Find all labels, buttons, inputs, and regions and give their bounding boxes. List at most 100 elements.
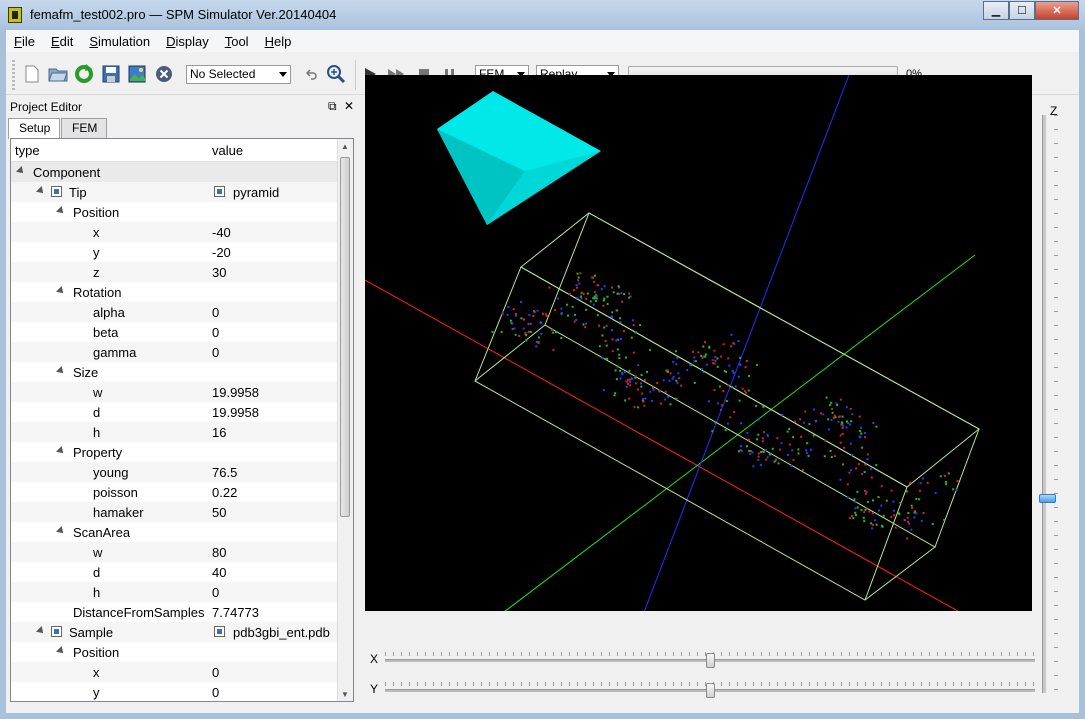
image-export-icon[interactable] — [127, 64, 147, 84]
tree-row[interactable]: x0 — [11, 662, 339, 682]
tree-value[interactable]: 40 — [212, 565, 226, 580]
save-icon[interactable] — [101, 64, 121, 84]
tree-row[interactable]: d 19.9958 — [11, 402, 339, 422]
tree-row[interactable]: h 16 — [11, 422, 339, 442]
expand-arrow-icon[interactable] — [56, 206, 66, 216]
tree-key: Component — [33, 165, 101, 180]
tree-row[interactable]: Rotation — [11, 282, 339, 302]
tree-row[interactable]: Component — [11, 162, 339, 182]
open-folder-icon[interactable] — [48, 64, 68, 84]
atom-point — [644, 397, 647, 400]
tree-row[interactable]: d 40 — [11, 562, 339, 582]
menu-display[interactable]: Display — [158, 34, 217, 49]
tree-row[interactable]: DistanceFromSamples 7.74773 — [11, 602, 339, 622]
expand-arrow-icon[interactable] — [56, 646, 66, 656]
tree-value[interactable]: 7.74773 — [212, 605, 259, 620]
title-bar[interactable]: femafm_test002.pro — SPM Simulator Ver.2… — [0, 0, 1085, 30]
tree-row[interactable]: w 19.9958 — [11, 382, 339, 402]
tree-value[interactable]: -40 — [212, 225, 231, 240]
tree-row[interactable]: alpha 0 — [11, 302, 339, 322]
tree-value[interactable]: 80 — [212, 545, 226, 560]
menu-edit[interactable]: Edit — [43, 34, 81, 49]
menu-tool[interactable]: Tool — [217, 34, 257, 49]
selection-combo[interactable]: No Selected — [186, 65, 291, 84]
tree-row[interactable]: Size — [11, 362, 339, 382]
minimize-button[interactable]: ▁ — [983, 1, 1009, 20]
tree-scrollbar[interactable]: ▲ ▼ — [337, 139, 353, 701]
tree-value[interactable]: 0 — [212, 305, 219, 320]
stop-circle-icon[interactable] — [154, 64, 174, 84]
menu-help[interactable]: Help — [257, 34, 300, 49]
tree-value[interactable]: pdb3gbi_ent.pdb — [233, 625, 330, 640]
tree-value[interactable]: 0 — [212, 345, 219, 360]
tree-value[interactable]: 0 — [212, 665, 219, 680]
menu-simulation[interactable]: Simulation — [81, 34, 158, 49]
toolbar-grip[interactable] — [12, 60, 15, 90]
zoom-icon[interactable] — [326, 64, 346, 84]
expand-arrow-icon[interactable] — [56, 286, 66, 296]
tree-row[interactable]: Property — [11, 442, 339, 462]
3d-viewport[interactable] — [364, 74, 1032, 616]
column-value-header[interactable]: value — [212, 143, 243, 158]
atom-point — [532, 315, 535, 317]
tree-row[interactable]: y -20 — [11, 242, 339, 262]
new-file-icon[interactable] — [22, 64, 42, 84]
tree-row[interactable]: poisson 0.22 — [11, 482, 339, 502]
undo-icon[interactable] — [302, 64, 322, 84]
atom-point — [640, 385, 643, 388]
maximize-button[interactable]: ☐ — [1009, 1, 1035, 20]
expand-arrow-icon[interactable] — [36, 626, 46, 636]
tree-row[interactable]: young 76.5 — [11, 462, 339, 482]
tree-value[interactable]: 0.22 — [212, 485, 237, 500]
menu-file[interactable]: File — [6, 34, 43, 49]
z-slider-handle[interactable] — [1039, 494, 1056, 503]
scrollbar-thumb[interactable] — [340, 157, 350, 517]
expand-arrow-icon[interactable] — [56, 446, 66, 456]
x-slider-handle[interactable] — [706, 653, 715, 668]
atom-point — [808, 423, 811, 426]
tree-value[interactable]: 16 — [212, 425, 226, 440]
tree-row[interactable]: hamaker 50 — [11, 502, 339, 522]
close-button[interactable]: ✕ — [1035, 1, 1079, 20]
close-panel-icon[interactable]: ✕ — [344, 99, 354, 113]
tree-value[interactable]: 0 — [212, 585, 219, 600]
tree-row[interactable]: Position — [11, 202, 339, 222]
tree-row[interactable]: h0 — [11, 582, 339, 602]
scroll-up-icon[interactable]: ▲ — [341, 142, 349, 151]
column-type-header[interactable]: type — [15, 143, 40, 158]
tree-row[interactable]: w 80 — [11, 542, 339, 562]
tree-row[interactable]: Position — [11, 642, 339, 662]
tab-setup[interactable]: Setup — [8, 118, 60, 139]
tree-row[interactable]: Tip pyramid — [11, 182, 339, 202]
tree-row[interactable]: y0 — [11, 682, 339, 701]
tree-row[interactable]: x -40 — [11, 222, 339, 242]
atom-point — [614, 392, 617, 395]
expand-arrow-icon[interactable] — [16, 166, 26, 176]
tree-value[interactable]: 0 — [212, 325, 219, 340]
tree-value[interactable]: 19.9958 — [212, 405, 259, 420]
atom-point — [866, 501, 869, 503]
atom-point — [529, 330, 532, 333]
tree-row[interactable]: Sample pdb3gbi_ent.pdb — [11, 622, 339, 642]
z-slider-track[interactable] — [1042, 115, 1046, 693]
tree-value[interactable]: -20 — [212, 245, 231, 260]
tree-value[interactable]: 76.5 — [212, 465, 237, 480]
tree-row[interactable]: gamma 0 — [11, 342, 339, 362]
tree-row[interactable]: z 30 — [11, 262, 339, 282]
tree-value[interactable]: pyramid — [233, 185, 279, 200]
tab-fem[interactable]: FEM — [61, 118, 107, 138]
expand-arrow-icon[interactable] — [56, 526, 66, 536]
expand-arrow-icon[interactable] — [36, 186, 46, 196]
tree-value[interactable]: 30 — [212, 265, 226, 280]
tree-value[interactable]: 19.9958 — [212, 385, 259, 400]
reload-icon[interactable] — [74, 64, 94, 84]
tree-value[interactable]: 0 — [212, 685, 219, 700]
y-slider-handle[interactable] — [706, 683, 715, 698]
float-panel-icon[interactable]: ⧉ — [328, 99, 337, 114]
tree-row[interactable]: ScanArea — [11, 522, 339, 542]
atom-point — [878, 509, 880, 512]
tree-row[interactable]: beta 0 — [11, 322, 339, 342]
tree-value[interactable]: 50 — [212, 505, 226, 520]
scroll-down-icon[interactable]: ▼ — [341, 690, 349, 699]
expand-arrow-icon[interactable] — [56, 366, 66, 376]
